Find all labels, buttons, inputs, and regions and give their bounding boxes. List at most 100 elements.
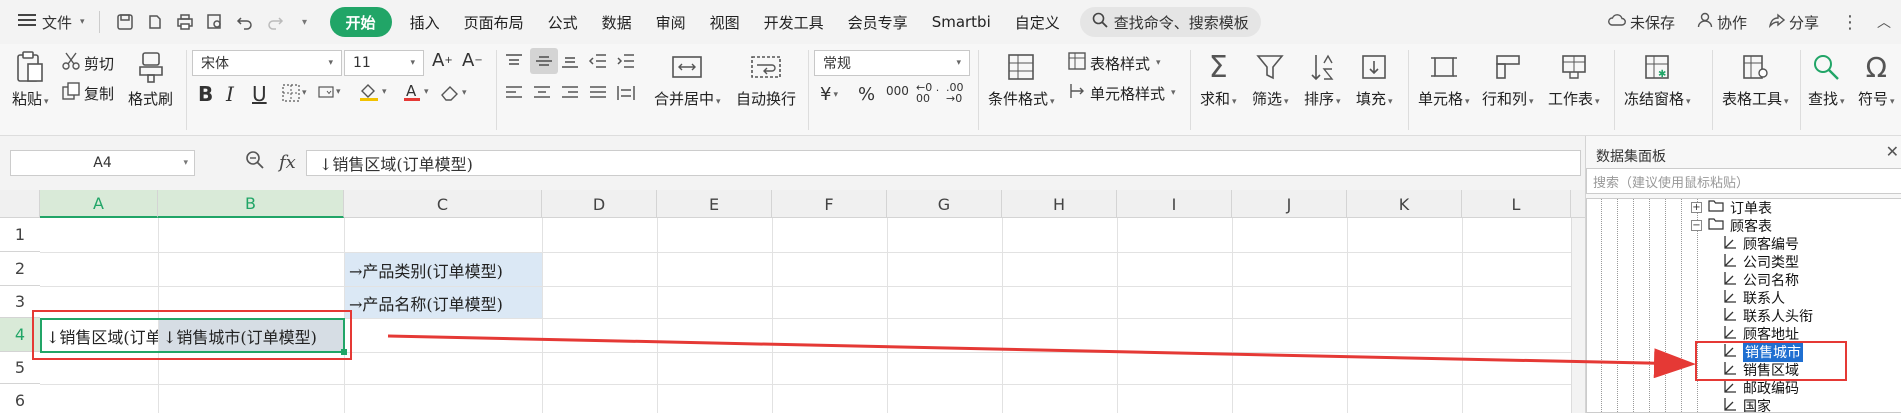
font-shrink-icon[interactable]: A − (462, 50, 483, 71)
insert-function-button[interactable]: fx (279, 152, 296, 173)
freeze-panes-button[interactable]: ✱ 冻结窗格 ▾ (1624, 50, 1691, 109)
merge-center-button[interactable]: 合并居中 ▾ (654, 50, 721, 109)
expand-icon[interactable]: + (1691, 202, 1702, 213)
find-button[interactable]: 查找 ▾ (1808, 50, 1845, 109)
formula-input[interactable]: ↓销售区域(订单模型) (306, 150, 1581, 176)
zoom-formula-icon[interactable] (245, 150, 265, 174)
table-style-button[interactable]: 表格样式 ▾ (1068, 52, 1161, 74)
collab-button[interactable]: 协作 (1689, 12, 1755, 33)
column-header-l[interactable]: L (1462, 190, 1571, 218)
border-icon[interactable]: ▾ (282, 84, 307, 102)
file-menu[interactable]: 文件 ▾ (14, 12, 93, 33)
paste-button[interactable]: 粘贴 ▾ (12, 50, 49, 109)
conditional-format-button[interactable]: 条件格式 ▾ (988, 50, 1055, 109)
tree-field-contact-title[interactable]: 联系人头衔 (1723, 307, 1813, 325)
name-box[interactable]: A4 ▾ (10, 150, 195, 176)
font-name-select[interactable]: 宋体 ▾ (192, 50, 342, 76)
justify-icon[interactable] (588, 84, 608, 102)
row-header-2[interactable]: 2 (0, 252, 40, 286)
tree-field-customer-id[interactable]: 顾客编号 (1723, 235, 1799, 253)
share-button[interactable]: 分享 (1761, 12, 1827, 33)
table-tools-button[interactable]: 表格工具 ▾ (1722, 50, 1789, 109)
export-icon[interactable] (144, 11, 166, 33)
tab-home[interactable]: 开始 (329, 7, 392, 37)
align-left-icon[interactable] (504, 84, 524, 102)
cell-c3[interactable]: →产品名称(订单模型) (345, 287, 542, 318)
save-icon[interactable] (114, 11, 136, 33)
collapse-ribbon-icon[interactable]: ︿ (1873, 12, 1895, 32)
sort-button[interactable]: 排序 ▾ (1304, 50, 1341, 109)
column-header-g[interactable]: G (887, 190, 1002, 218)
increase-decimal-button[interactable]: ←0 .00 (916, 82, 940, 104)
percent-button[interactable]: % (858, 84, 875, 105)
column-header-c[interactable]: C (344, 190, 542, 218)
sum-button[interactable]: Σ 求和 ▾ (1200, 50, 1237, 109)
column-header-e[interactable]: E (657, 190, 772, 218)
tab-review[interactable]: 审阅 (644, 7, 698, 37)
tree-node-customer-table[interactable]: − 顾客表 (1691, 217, 1772, 235)
tab-formulas[interactable]: 公式 (536, 7, 590, 37)
column-header-f[interactable]: F (772, 190, 887, 218)
row-header-6[interactable]: 6 (0, 384, 40, 413)
distributed-icon[interactable] (616, 84, 636, 102)
cell-style-button[interactable]: 单元格样式 ▾ (1068, 82, 1176, 104)
column-header-b[interactable]: B (158, 190, 344, 218)
tab-smartbi[interactable]: Smartbi (920, 7, 1003, 37)
more-icon[interactable]: ⋮ (1833, 12, 1867, 33)
number-format-select[interactable]: 常规 ▾ (814, 50, 970, 76)
print-icon[interactable] (174, 11, 196, 33)
decrease-decimal-button[interactable]: .00 →0 (946, 82, 970, 104)
tree-field-postal-code[interactable]: 邮政编码 (1723, 379, 1799, 397)
column-header-j[interactable]: J (1232, 190, 1347, 218)
eraser-icon[interactable]: ▾ (440, 84, 467, 102)
align-bottom-icon[interactable] (560, 52, 580, 70)
tree-field-customer-address[interactable]: 顾客地址 (1723, 325, 1799, 343)
font-size-select[interactable]: 11 ▾ (344, 50, 424, 76)
tab-data[interactable]: 数据 (590, 7, 644, 37)
tree-field-country[interactable]: 国家 (1723, 397, 1771, 412)
indent-decrease-icon[interactable] (588, 52, 608, 70)
chevron-down-icon[interactable]: ▾ (294, 11, 316, 33)
tab-view[interactable]: 视图 (698, 7, 752, 37)
cut-button[interactable]: 剪切 (62, 52, 114, 74)
tree-field-company-type[interactable]: 公司类型 (1723, 253, 1799, 271)
close-icon[interactable]: ✕ (1886, 142, 1899, 161)
column-header-a[interactable]: A (40, 190, 158, 218)
fill-button[interactable]: 填充 ▾ (1356, 50, 1393, 109)
tree-field-company-name[interactable]: 公司名称 (1723, 271, 1799, 289)
worksheet-button[interactable]: 工作表 ▾ (1548, 50, 1600, 109)
cells-button[interactable]: 单元格 ▾ (1418, 50, 1470, 109)
underline-button[interactable]: U (252, 82, 267, 106)
command-search[interactable]: 查找命令、搜索模板 (1079, 7, 1261, 37)
select-all-corner[interactable] (0, 190, 40, 218)
currency-icon[interactable]: ¥ ▾ (820, 84, 838, 105)
filter-button[interactable]: 筛选 ▾ (1252, 50, 1289, 109)
indent-increase-icon[interactable] (616, 52, 636, 70)
collapse-icon[interactable]: − (1691, 220, 1702, 231)
column-header-d[interactable]: D (542, 190, 657, 218)
print-preview-icon[interactable] (204, 11, 226, 33)
italic-button[interactable]: I (226, 82, 234, 106)
vertical-scrollbar[interactable] (1571, 218, 1585, 413)
column-header-h[interactable]: H (1002, 190, 1117, 218)
align-right-icon[interactable] (560, 84, 580, 102)
font-color-icon[interactable]: A ▾ (402, 82, 429, 102)
wrap-text-button[interactable]: 自动换行 (736, 50, 796, 109)
redo-icon[interactable] (264, 11, 286, 33)
symbol-button[interactable]: Ω 符号 ▾ (1858, 50, 1895, 109)
tree-node-order-table[interactable]: + 订单表 (1691, 199, 1772, 217)
row-header-1[interactable]: 1 (0, 218, 40, 252)
thousands-button[interactable]: 000 (886, 84, 909, 98)
unsaved-status[interactable]: 未保存 (1600, 12, 1683, 33)
bold-button[interactable]: B (198, 82, 213, 106)
column-header-k[interactable]: K (1347, 190, 1462, 218)
rows-cols-button[interactable]: 行和列 ▾ (1482, 50, 1534, 109)
tab-member[interactable]: 会员专享 (836, 7, 920, 37)
dropdown-icon[interactable]: ▾ (318, 84, 341, 100)
align-middle-icon[interactable] (530, 48, 558, 74)
tab-custom[interactable]: 自定义 (1003, 7, 1072, 37)
tree-field-contact[interactable]: 联系人 (1723, 289, 1785, 307)
tab-page-layout[interactable]: 页面布局 (452, 7, 536, 37)
align-center-icon[interactable] (532, 84, 552, 102)
panel-search-input[interactable]: 搜索（建议使用鼠标粘贴） (1586, 168, 1901, 194)
